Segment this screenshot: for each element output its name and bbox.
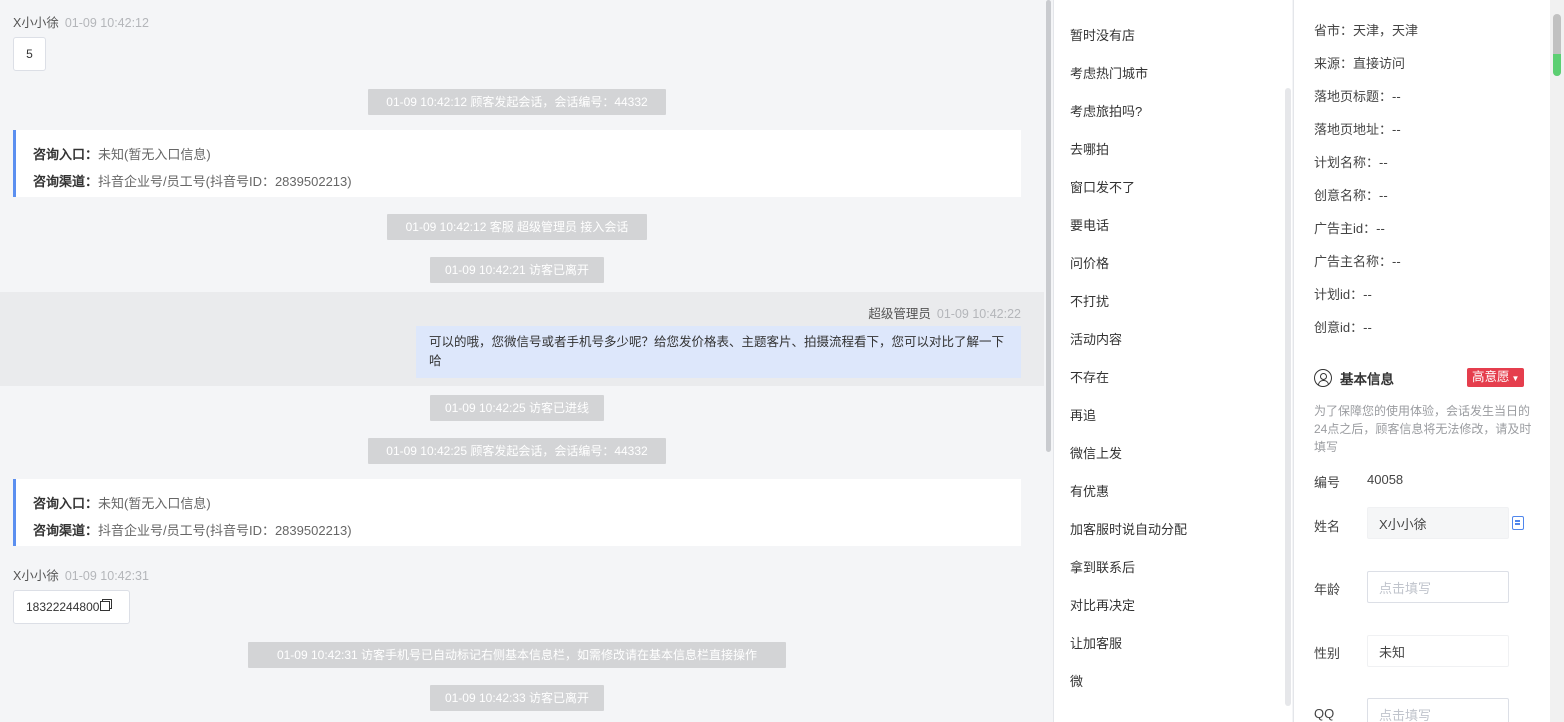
info-source: 来源：直接访问 <box>1314 56 1406 71</box>
chat-scrollbar[interactable] <box>1044 0 1052 722</box>
info-advertiser-id: 广告主id：-- <box>1314 221 1385 236</box>
quick-reply-item[interactable]: 对比再决定 <box>1070 595 1135 614</box>
quick-reply-item[interactable]: 微信上发 <box>1070 443 1122 462</box>
quick-reply-scrollbar[interactable] <box>1285 88 1291 706</box>
gender-select[interactable]: 未知 <box>1367 635 1509 667</box>
name-label: 姓名 <box>1314 519 1341 534</box>
info-tip: 为了保障您的使用体验，会话发生当日的24点之后，顾客信息将无法修改，请及时填写 <box>1314 404 1532 454</box>
quick-reply-item[interactable]: 微 <box>1070 671 1083 690</box>
quick-reply-item[interactable]: 考虑热门城市 <box>1070 63 1148 82</box>
entry-info-card: 咨询入口：未知(暂无入口信息) 咨询渠道：抖音企业号/员工号(抖音号ID：283… <box>13 479 1021 546</box>
info-creative-name: 创意名称：-- <box>1314 188 1388 203</box>
age-input[interactable]: 点击填写 <box>1367 571 1509 603</box>
gender-label: 性别 <box>1314 646 1341 661</box>
user-circle-icon <box>1314 369 1332 387</box>
quick-reply-item[interactable]: 不存在 <box>1070 367 1109 386</box>
entry-info-card: 咨询入口：未知(暂无入口信息) 咨询渠道：抖音企业号/员工号(抖音号ID：283… <box>13 130 1021 197</box>
id-label: 编号 <box>1314 475 1341 490</box>
info-landing-title: 落地页标题：-- <box>1314 89 1401 104</box>
info-advertiser-name: 广告主名称：-- <box>1314 254 1401 269</box>
quick-reply-item[interactable]: 不打扰 <box>1070 291 1109 310</box>
quick-reply-panel: 暂时没有店 考虑热门城市 考虑旅拍吗? 去哪拍 窗口发不了 要电话 问价格 不打… <box>1053 0 1292 722</box>
name-field[interactable]: X小小徐 <box>1367 507 1509 539</box>
basic-info-title: 基本信息 <box>1314 368 1394 388</box>
info-landing-url: 落地页地址：-- <box>1314 122 1401 137</box>
copy-icon[interactable] <box>1512 516 1524 530</box>
message-sender: X小小徐 01-09 10:42:12 <box>13 16 149 30</box>
quick-reply-item[interactable]: 窗口发不了 <box>1070 177 1135 196</box>
system-notice: 01-09 10:42:25 顾客发起会话，会话编号：44332 <box>368 438 666 464</box>
quick-reply-item[interactable]: 考虑旅拍吗? <box>1070 101 1142 120</box>
visitor-message[interactable]: 18322244800 <box>13 590 130 624</box>
quick-reply-item[interactable]: 加客服时说自动分配 <box>1070 519 1187 538</box>
agent-message-row: 超级管理员 01-09 10:42:22 可以的哦，您微信号或者手机号多少呢？给您… <box>0 292 1044 386</box>
system-notice: 01-09 10:42:33 访客已离开 <box>430 685 604 711</box>
qq-label: QQ <box>1314 706 1335 721</box>
qq-input[interactable]: 点击填写 <box>1367 698 1509 722</box>
quick-reply-item[interactable]: 有优惠 <box>1070 481 1109 500</box>
system-notice: 01-09 10:42:21 访客已离开 <box>430 257 604 283</box>
system-notice: 01-09 10:42:12 顾客发起会话，会话编号：44332 <box>368 89 666 115</box>
customer-info-panel: 省市：天津，天津 来源：直接访问 落地页标题：-- 落地页地址：-- 计划名称：… <box>1293 0 1550 722</box>
quick-reply-item[interactable]: 让加客服 <box>1070 633 1122 652</box>
quick-reply-item[interactable]: 拿到联系后 <box>1070 557 1135 576</box>
age-label: 年龄 <box>1314 582 1341 597</box>
caret-down-icon: ▼ <box>1511 374 1520 383</box>
quick-reply-item[interactable]: 再追 <box>1070 405 1096 424</box>
info-creative-id: 创意id：-- <box>1314 320 1372 335</box>
copy-icon[interactable] <box>100 601 111 611</box>
quick-reply-item[interactable]: 去哪拍 <box>1070 139 1109 158</box>
message-sender: 超级管理员 01-09 10:42:22 <box>868 307 1021 321</box>
system-notice: 01-09 10:42:12 客服 超级管理员 接入会话 <box>387 214 647 240</box>
info-plan-id: 计划id：-- <box>1314 287 1372 302</box>
quick-reply-item[interactable]: 要电话 <box>1070 215 1109 234</box>
visitor-message[interactable]: 5 <box>13 37 46 71</box>
agent-message[interactable]: 可以的哦，您微信号或者手机号多少呢？给您发价格表、主题客片、拍摄流程看下，您可以… <box>416 326 1021 378</box>
info-province: 省市：天津，天津 <box>1314 23 1419 38</box>
intent-tag-dropdown[interactable]: 高意愿 ▼ <box>1467 368 1525 387</box>
info-scrollbar[interactable] <box>1550 0 1564 722</box>
quick-reply-item[interactable]: 暂时没有店 <box>1070 25 1135 44</box>
chat-panel: X小小徐 01-09 10:42:12 5 01-09 10:42:12 顾客发起… <box>0 0 1044 722</box>
quick-reply-item[interactable]: 活动内容 <box>1070 329 1122 348</box>
message-sender: X小小徐 01-09 10:42:31 <box>13 569 149 583</box>
system-notice: 01-09 10:42:31 访客手机号已自动标记右侧基本信息栏，如需修改请在基… <box>248 642 786 668</box>
id-value: 40058 <box>1367 472 1404 487</box>
quick-reply-item[interactable]: 问价格 <box>1070 253 1109 272</box>
system-notice: 01-09 10:42:25 访客已进线 <box>430 395 604 421</box>
info-plan-name: 计划名称：-- <box>1314 155 1388 170</box>
